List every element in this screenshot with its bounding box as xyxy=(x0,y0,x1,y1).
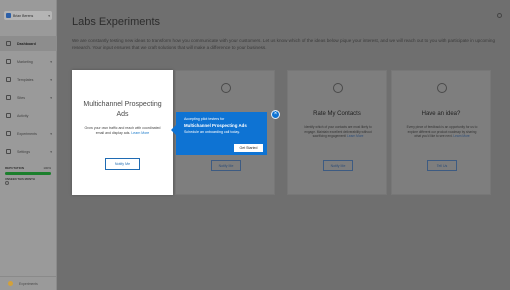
reputation-fill xyxy=(5,172,51,175)
get-started-button[interactable]: Get Started xyxy=(234,144,263,152)
card-description: Grow your own traffic and reach with coo… xyxy=(84,126,161,135)
card-description: Every piece of feedback is an opportunit… xyxy=(406,125,478,139)
notify-me-button[interactable]: Notify Me xyxy=(105,158,140,170)
email-icon xyxy=(221,83,231,93)
pilot-callout: Accepting pilot testers for Multichannel… xyxy=(171,112,267,155)
brand-logo xyxy=(6,13,11,18)
notify-me-button[interactable]: Notify Me xyxy=(211,160,241,171)
help-icon[interactable] xyxy=(497,13,502,18)
sidebar-item-label: Templates xyxy=(17,77,34,82)
card-title: Have an idea? xyxy=(421,111,461,117)
learn-more-link[interactable]: Learn More xyxy=(347,134,363,138)
learn-more-link[interactable]: Learn More xyxy=(453,134,469,138)
sidebar-item-label: Activity xyxy=(17,113,29,118)
sidebar-nav: Dashboard Marketing ▾ Templates ▾ Sites … xyxy=(0,36,57,162)
tell-us-button[interactable]: Tell Us xyxy=(427,160,457,171)
sidebar-item-label: Experiments xyxy=(17,131,37,136)
account-name: Brian Berens xyxy=(13,13,34,18)
close-icon[interactable]: × xyxy=(271,110,280,119)
card-description: Identify which of your contacts are most… xyxy=(304,125,372,139)
template-icon xyxy=(6,77,11,82)
sidebar-item-experiments[interactable]: Experiments ▾ xyxy=(0,126,57,141)
star-icon xyxy=(333,83,343,93)
callout-text: Schedule an onboarding call today. xyxy=(184,130,240,134)
sidebar-item-sites[interactable]: Sites ▾ xyxy=(0,90,57,105)
sidebar-item-label: Dashboard xyxy=(17,41,36,46)
sidebar: Brian Berens ▾ Dashboard Marketing ▾ Tem… xyxy=(0,0,57,290)
reputation-track xyxy=(5,172,51,175)
sidebar-item-settings[interactable]: Settings ▾ xyxy=(0,144,57,159)
info-icon[interactable] xyxy=(5,181,9,185)
reputation-meter: REPUTATION 100% xyxy=(5,166,51,175)
callout-arrow xyxy=(171,125,176,135)
main-content: Labs Experiments We are constantly testi… xyxy=(57,0,510,290)
chevron-down-icon: ▾ xyxy=(50,95,52,100)
dashboard-icon xyxy=(6,41,11,46)
globe-icon xyxy=(6,95,11,100)
experiment-card-multichannel: Multichannel Prospecting Ads Grow your o… xyxy=(72,70,173,195)
lightbulb-icon xyxy=(8,281,13,286)
chevron-down-icon: ▾ xyxy=(50,131,52,136)
sidebar-item-templates[interactable]: Templates ▾ xyxy=(0,72,57,87)
plus-icon xyxy=(437,83,447,93)
sidebar-item-label: Sites xyxy=(17,95,25,100)
callout-intro: Accepting pilot testers for xyxy=(184,117,225,121)
reputation-label: REPUTATION xyxy=(5,166,25,170)
chevron-down-icon: ▾ xyxy=(48,13,50,18)
sidebar-item-dashboard[interactable]: Dashboard xyxy=(0,36,57,51)
chevron-down-icon: ▾ xyxy=(50,77,52,82)
notify-me-button[interactable]: Notify Me xyxy=(323,160,353,171)
card-title: Rate My Contacts xyxy=(313,111,361,117)
account-switcher[interactable]: Brian Berens ▾ xyxy=(4,11,52,20)
learn-more-link[interactable]: Learn More xyxy=(131,131,149,135)
callout-title: Multichannel Prospecting Ads xyxy=(184,123,247,128)
flask-icon xyxy=(6,131,11,136)
sidebar-item-label: Settings xyxy=(17,149,30,154)
experiments-link[interactable]: Experiments xyxy=(0,276,57,290)
sidebar-item-label: Marketing xyxy=(17,59,33,64)
sidebar-item-activity[interactable]: Activity xyxy=(0,108,57,123)
experiment-card-idea: Have an idea? Every piece of feedback is… xyxy=(391,70,491,195)
chevron-down-icon: ▾ xyxy=(50,149,52,154)
megaphone-icon xyxy=(6,59,11,64)
reputation-value: 100% xyxy=(43,166,51,170)
chevron-down-icon: ▾ xyxy=(50,59,52,64)
page-description: We are constantly testing new ideas to t… xyxy=(72,38,496,50)
gear-icon xyxy=(6,149,11,154)
check-label: UNSEEN THIS MONTH xyxy=(5,177,35,181)
activity-icon xyxy=(6,113,11,118)
card-title: Multichannel Prospecting Ads xyxy=(83,101,162,118)
sidebar-item-marketing[interactable]: Marketing ▾ xyxy=(0,54,57,69)
page-title: Labs Experiments xyxy=(72,16,161,28)
experiments-link-label: Experiments xyxy=(19,281,38,286)
experiment-card-rate-contacts: Rate My Contacts Identify which of your … xyxy=(287,70,387,195)
